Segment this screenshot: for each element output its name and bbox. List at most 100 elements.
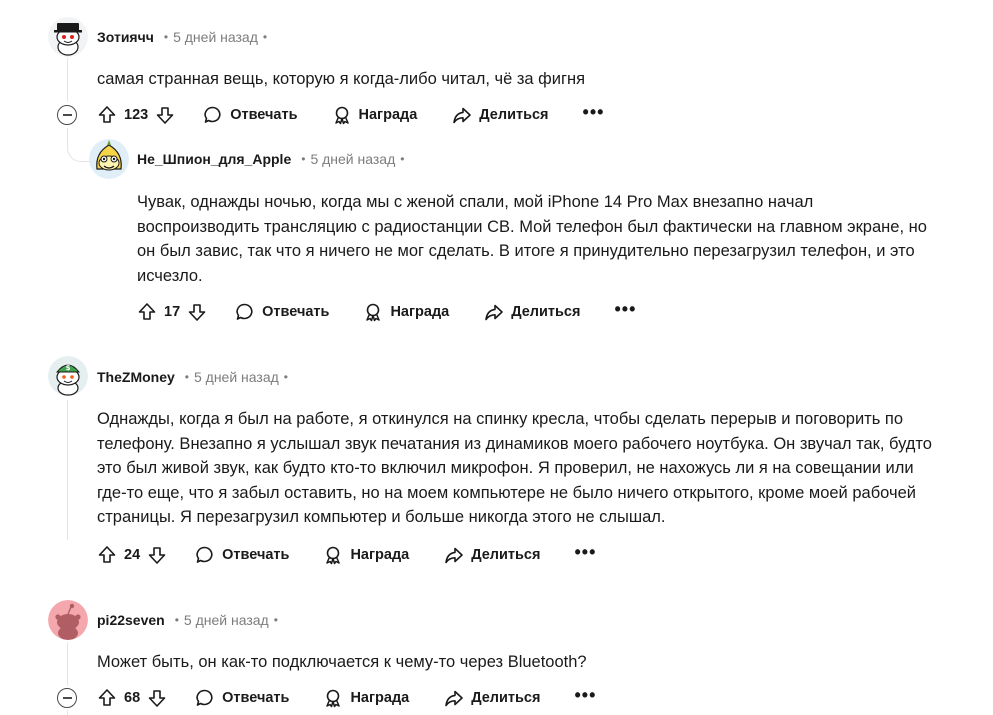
timestamp[interactable]: 5 дней назад <box>310 151 395 167</box>
comment-line: исчезло. <box>137 266 203 285</box>
snoo-avatar-icon <box>48 600 88 640</box>
comment-bubble-icon <box>204 106 221 123</box>
comment-meta: Зотиячч • 5 дней назад • <box>97 29 272 45</box>
reply-label: Отвечать <box>222 547 290 563</box>
svg-text:$: $ <box>66 364 71 372</box>
share-icon <box>453 107 472 124</box>
reply-button[interactable]: Отвечать <box>235 302 329 322</box>
avatar[interactable] <box>48 17 88 57</box>
share-button[interactable]: Делиться <box>484 302 580 322</box>
snoo-avatar-icon <box>48 17 88 57</box>
timestamp[interactable]: 5 дней назад <box>184 612 269 628</box>
comment-body: самая странная вещь, которую я когда-либ… <box>97 70 586 88</box>
vote-group: 68 <box>97 688 167 708</box>
more-options-icon: ••• <box>582 102 605 122</box>
author-link[interactable]: pi22seven <box>97 612 165 628</box>
more-options-button[interactable]: ••• <box>614 299 637 319</box>
award-label: Награда <box>350 690 410 706</box>
comment-body: Однажды, когда я был на работе, я откину… <box>97 407 977 530</box>
timestamp[interactable]: 5 дней назад <box>194 369 279 385</box>
share-icon <box>485 304 504 321</box>
downvote-icon[interactable] <box>155 105 175 125</box>
comment-line: где-то еще, что я забыл оставить, но на … <box>97 483 916 502</box>
comment-bubble-icon <box>196 689 213 706</box>
comment-line: Чувак, однажды ночью, когда мы с женой с… <box>137 193 814 211</box>
award-label: Награда <box>390 304 450 320</box>
award-icon <box>326 546 341 565</box>
more-options-icon: ••• <box>574 685 597 705</box>
separator-dot: • <box>301 152 306 166</box>
separator-dot: • <box>283 370 288 384</box>
downvote-icon[interactable] <box>187 302 207 322</box>
comment-line: Однажды, когда я был на работе, я откину… <box>97 410 904 428</box>
reply-label: Отвечать <box>222 690 290 706</box>
reply-button[interactable]: Отвечать <box>203 105 298 125</box>
more-options-button[interactable]: ••• <box>582 102 605 122</box>
reply-label: Отвечать <box>230 107 298 123</box>
separator-dot: • <box>273 613 278 627</box>
comment-actions: 68 Отвечать Награда Делиться ••• <box>97 683 596 713</box>
reply-button[interactable]: Отвечать <box>195 545 289 565</box>
avatar[interactable] <box>89 139 129 179</box>
comment-meta: TheZMoney • 5 дней назад • <box>97 369 293 385</box>
share-label: Делиться <box>479 107 549 123</box>
thread-line <box>67 642 68 686</box>
snoo-avatar-icon <box>89 139 129 179</box>
separator-dot: • <box>174 613 179 627</box>
downvote-icon[interactable] <box>147 545 167 565</box>
vote-count: 17 <box>164 304 181 320</box>
comment-line: воспроизводить трансляцию с радиостанции… <box>137 217 927 236</box>
avatar[interactable]: $ <box>48 356 88 396</box>
comment-line: страницы. Я перезагрузил компьютер и бол… <box>97 508 666 526</box>
award-button[interactable]: Награда <box>332 105 418 125</box>
share-icon <box>445 547 464 564</box>
more-options-button[interactable]: ••• <box>574 685 597 705</box>
share-label: Делиться <box>471 547 541 563</box>
share-icon <box>445 690 464 707</box>
thread-line <box>67 400 68 540</box>
more-options-button[interactable]: ••• <box>574 542 597 562</box>
award-button[interactable]: Награда <box>363 302 449 322</box>
award-button[interactable]: Награда <box>323 688 409 708</box>
separator-dot: • <box>184 370 189 384</box>
comment-actions: 17 Отвечать Награда Делиться ••• <box>137 297 636 327</box>
upvote-icon[interactable] <box>97 688 117 708</box>
award-icon <box>334 106 349 125</box>
share-label: Делиться <box>511 304 581 320</box>
separator-dot: • <box>400 152 405 166</box>
upvote-icon[interactable] <box>97 545 117 565</box>
collapse-thread-button[interactable] <box>57 688 77 708</box>
vote-count: 24 <box>124 547 141 563</box>
comment-line: он был завис, так что я ничего не мог сд… <box>137 242 915 260</box>
share-button[interactable]: Делиться <box>444 545 540 565</box>
share-button[interactable]: Делиться <box>444 688 540 708</box>
share-label: Делиться <box>471 690 541 706</box>
thread-line <box>67 58 68 102</box>
upvote-icon[interactable] <box>97 105 117 125</box>
comment-line: это был живой звук, как будто кто-то вкл… <box>97 459 914 477</box>
vote-count: 68 <box>124 690 141 706</box>
award-button[interactable]: Награда <box>323 545 409 565</box>
award-icon <box>326 689 341 708</box>
author-link[interactable]: TheZMoney <box>97 369 175 385</box>
reply-button[interactable]: Отвечать <box>195 688 289 708</box>
more-options-icon: ••• <box>574 542 597 562</box>
thread-line <box>67 710 68 715</box>
author-link[interactable]: Не_Шпион_для_Apple <box>137 151 291 167</box>
thread-connector <box>67 128 91 162</box>
award-label: Награда <box>358 107 418 123</box>
upvote-icon[interactable] <box>137 302 157 322</box>
avatar[interactable] <box>48 600 88 640</box>
collapse-thread-button[interactable] <box>57 105 77 125</box>
comment-meta: pi22seven • 5 дней назад • <box>97 612 283 628</box>
author-link[interactable]: Зотиячч <box>97 29 154 45</box>
snoo-avatar-icon: $ <box>48 356 88 396</box>
downvote-icon[interactable] <box>147 688 167 708</box>
share-button[interactable]: Делиться <box>452 105 549 125</box>
timestamp[interactable]: 5 дней назад <box>173 29 258 45</box>
comment-bubble-icon <box>196 546 213 563</box>
comment-actions: 24 Отвечать Награда Делиться ••• <box>97 540 596 570</box>
more-options-icon: ••• <box>614 299 637 319</box>
award-icon <box>366 303 381 322</box>
separator-dot: • <box>163 30 169 44</box>
